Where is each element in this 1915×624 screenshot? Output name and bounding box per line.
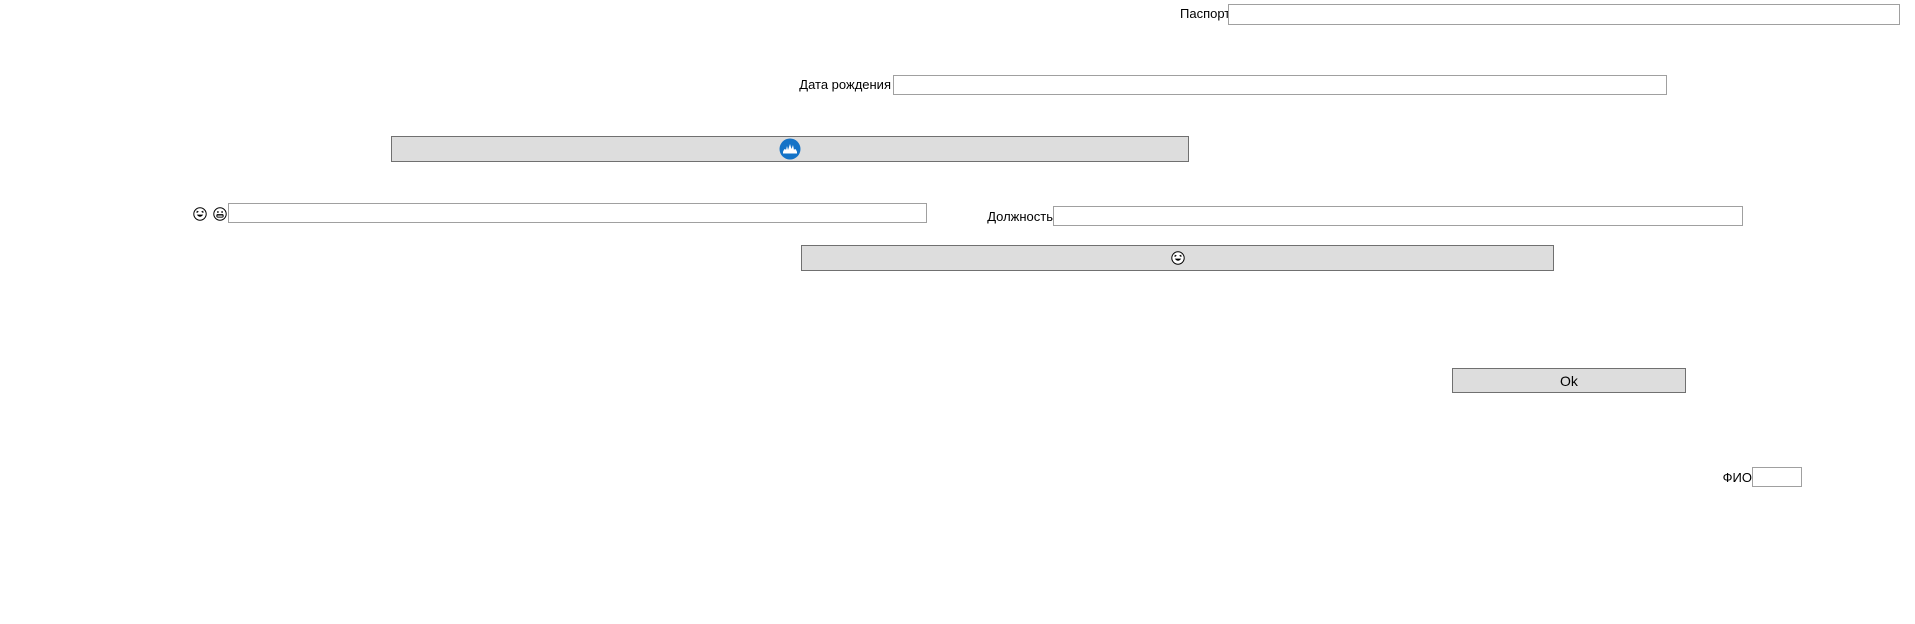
logo-button[interactable]: [391, 136, 1189, 162]
laughing-face-icon: [193, 207, 207, 221]
ok-button[interactable]: Ok: [1452, 368, 1686, 393]
fio-label: ФИО: [1722, 470, 1752, 485]
passport-label: Паспорт: [1180, 6, 1231, 21]
position-label: Должность: [987, 209, 1053, 224]
laughing-face-icon: [1170, 251, 1185, 265]
emoji-button[interactable]: [801, 245, 1554, 271]
emoji-text-input[interactable]: [228, 203, 927, 223]
birth-date-label: Дата рождения: [799, 77, 891, 92]
steam-app-logo-icon: [779, 138, 801, 160]
fio-input[interactable]: [1752, 467, 1802, 487]
birth-date-input[interactable]: [893, 75, 1667, 95]
form-canvas: Паспорт Дата рождения Должность Ok ФИО: [0, 0, 1915, 624]
grinning-face-icon: [213, 207, 227, 221]
passport-input[interactable]: [1228, 4, 1900, 25]
position-input[interactable]: [1053, 206, 1743, 226]
